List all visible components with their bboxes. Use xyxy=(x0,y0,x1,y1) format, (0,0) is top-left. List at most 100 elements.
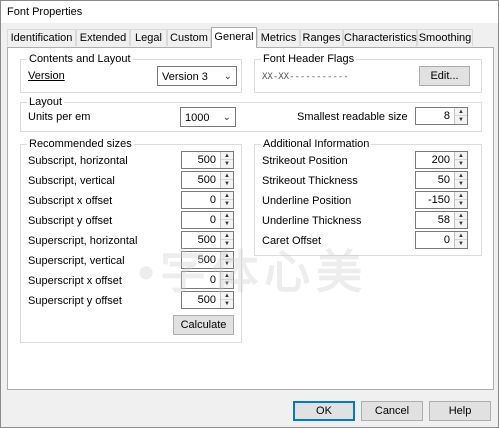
strikeout-position-spinner[interactable]: 200 ▲ ▼ xyxy=(415,151,468,169)
spinner-arrows[interactable]: ▲ ▼ xyxy=(454,212,467,228)
spin-down-icon[interactable]: ▼ xyxy=(221,200,233,208)
subscript-x-offset-label: Subscript x offset xyxy=(28,195,113,207)
subscript-horizontal-value: 500 xyxy=(197,154,216,166)
underline-thickness-spinner[interactable]: 58 ▲ ▼ xyxy=(415,211,468,229)
spinner-arrows[interactable]: ▲ ▼ xyxy=(220,252,233,268)
tab-extended[interactable]: Extended xyxy=(76,29,130,46)
header-flags-text: XX-XX----------- xyxy=(262,72,349,82)
spin-up-icon[interactable]: ▲ xyxy=(455,172,467,180)
tab-characteristics[interactable]: Characteristics xyxy=(343,29,417,46)
spin-up-icon[interactable]: ▲ xyxy=(455,108,467,116)
superscript-vertical-label: Superscript, vertical xyxy=(28,255,125,267)
spin-down-icon[interactable]: ▼ xyxy=(455,220,467,228)
tab-ranges[interactable]: Ranges xyxy=(300,29,343,46)
spin-up-icon[interactable]: ▲ xyxy=(221,232,233,240)
strikeout-thickness-value: 50 xyxy=(437,174,450,186)
tab-custom[interactable]: Custom xyxy=(167,29,211,46)
help-button[interactable]: Help xyxy=(429,401,491,421)
subscript-horizontal-label: Subscript, horizontal xyxy=(28,155,128,167)
units-per-em-label: Units per em xyxy=(28,111,91,123)
ok-button[interactable]: OK xyxy=(293,401,355,421)
superscript-x-offset-spinner[interactable]: 0 ▲ ▼ xyxy=(181,271,234,289)
spinner-arrows[interactable]: ▲ ▼ xyxy=(454,232,467,248)
chevron-down-icon: ⌄ xyxy=(222,112,231,123)
spin-down-icon[interactable]: ▼ xyxy=(221,220,233,228)
underline-thickness-label: Underline Thickness xyxy=(262,215,362,227)
tab-legal[interactable]: Legal xyxy=(130,29,167,46)
font-header-flags-label: Font Header Flags xyxy=(261,52,357,66)
version-select[interactable]: Version 3 ⌄ xyxy=(157,66,237,86)
spin-down-icon[interactable]: ▼ xyxy=(455,180,467,188)
superscript-y-offset-spinner[interactable]: 500 ▲ ▼ xyxy=(181,291,234,309)
spinner-arrows[interactable]: ▲ ▼ xyxy=(220,152,233,168)
subscript-y-offset-value: 0 xyxy=(209,214,216,226)
layout-group-label: Layout xyxy=(27,95,65,109)
spin-up-icon[interactable]: ▲ xyxy=(455,212,467,220)
smallest-readable-size-label: Smallest readable size xyxy=(297,111,408,123)
smallest-readable-size-spinner[interactable]: 8 ▲ ▼ xyxy=(415,107,468,125)
subscript-x-offset-spinner[interactable]: 0 ▲ ▼ xyxy=(181,191,234,209)
cancel-button[interactable]: Cancel xyxy=(361,401,423,421)
spin-down-icon[interactable]: ▼ xyxy=(455,160,467,168)
edit-flags-button[interactable]: Edit... xyxy=(419,66,470,86)
spin-up-icon[interactable]: ▲ xyxy=(221,172,233,180)
spin-up-icon[interactable]: ▲ xyxy=(455,152,467,160)
smallest-readable-size-value: 8 xyxy=(443,110,450,122)
spinner-arrows[interactable]: ▲ ▼ xyxy=(220,212,233,228)
spin-down-icon[interactable]: ▼ xyxy=(455,116,467,124)
strikeout-thickness-spinner[interactable]: 50 ▲ ▼ xyxy=(415,171,468,189)
spin-up-icon[interactable]: ▲ xyxy=(221,212,233,220)
underline-position-spinner[interactable]: -150 ▲ ▼ xyxy=(415,191,468,209)
spin-down-icon[interactable]: ▼ xyxy=(221,240,233,248)
underline-thickness-value: 58 xyxy=(437,214,450,226)
subscript-vertical-spinner[interactable]: 500 ▲ ▼ xyxy=(181,171,234,189)
spinner-arrows[interactable]: ▲ ▼ xyxy=(220,172,233,188)
tab-metrics[interactable]: Metrics xyxy=(257,29,300,46)
spin-up-icon[interactable]: ▲ xyxy=(221,192,233,200)
spin-down-icon[interactable]: ▼ xyxy=(221,300,233,308)
tab-identification[interactable]: Identification xyxy=(7,29,76,46)
spin-down-icon[interactable]: ▼ xyxy=(455,200,467,208)
spinner-arrows[interactable]: ▲ ▼ xyxy=(220,232,233,248)
subscript-y-offset-spinner[interactable]: 0 ▲ ▼ xyxy=(181,211,234,229)
superscript-horizontal-value: 500 xyxy=(197,234,216,246)
superscript-horizontal-label: Superscript, horizontal xyxy=(28,235,138,247)
spinner-arrows[interactable]: ▲ ▼ xyxy=(220,272,233,288)
spin-up-icon[interactable]: ▲ xyxy=(221,272,233,280)
superscript-y-offset-label: Superscript y offset xyxy=(28,295,122,307)
spin-down-icon[interactable]: ▼ xyxy=(221,260,233,268)
caret-offset-spinner[interactable]: 0 ▲ ▼ xyxy=(415,231,468,249)
spinner-arrows[interactable]: ▲ ▼ xyxy=(454,152,467,168)
strikeout-position-label: Strikeout Position xyxy=(262,155,348,167)
spin-up-icon[interactable]: ▲ xyxy=(455,232,467,240)
spinner-arrows[interactable]: ▲ ▼ xyxy=(220,192,233,208)
underline-position-label: Underline Position xyxy=(262,195,352,207)
tab-general[interactable]: General xyxy=(211,27,257,48)
caret-offset-label: Caret Offset xyxy=(262,235,322,247)
spin-down-icon[interactable]: ▼ xyxy=(221,160,233,168)
superscript-horizontal-spinner[interactable]: 500 ▲ ▼ xyxy=(181,231,234,249)
spinner-arrows[interactable]: ▲ ▼ xyxy=(454,192,467,208)
spin-up-icon[interactable]: ▲ xyxy=(455,192,467,200)
spin-down-icon[interactable]: ▼ xyxy=(455,240,467,248)
spin-down-icon[interactable]: ▼ xyxy=(221,180,233,188)
superscript-y-offset-value: 500 xyxy=(197,294,216,306)
calculate-button[interactable]: Calculate xyxy=(173,315,234,335)
units-per-em-value: 1000 xyxy=(185,112,210,124)
subscript-y-offset-label: Subscript y offset xyxy=(28,215,113,227)
tab-smoothing[interactable]: Smoothing xyxy=(417,29,473,46)
strikeout-position-value: 200 xyxy=(431,154,450,166)
spin-up-icon[interactable]: ▲ xyxy=(221,252,233,260)
spinner-arrows[interactable]: ▲ ▼ xyxy=(454,172,467,188)
units-per-em-select[interactable]: 1000 ⌄ xyxy=(180,107,236,127)
subscript-horizontal-spinner[interactable]: 500 ▲ ▼ xyxy=(181,151,234,169)
spin-up-icon[interactable]: ▲ xyxy=(221,292,233,300)
superscript-vertical-spinner[interactable]: 500 ▲ ▼ xyxy=(181,251,234,269)
spin-up-icon[interactable]: ▲ xyxy=(221,152,233,160)
spinner-arrows[interactable]: ▲ ▼ xyxy=(454,108,467,124)
spinner-arrows[interactable]: ▲ ▼ xyxy=(220,292,233,308)
contents-layout-label: Contents and Layout xyxy=(27,52,133,66)
subscript-vertical-label: Subscript, vertical xyxy=(28,175,115,187)
spin-down-icon[interactable]: ▼ xyxy=(221,280,233,288)
strikeout-thickness-label: Strikeout Thickness xyxy=(262,175,358,187)
